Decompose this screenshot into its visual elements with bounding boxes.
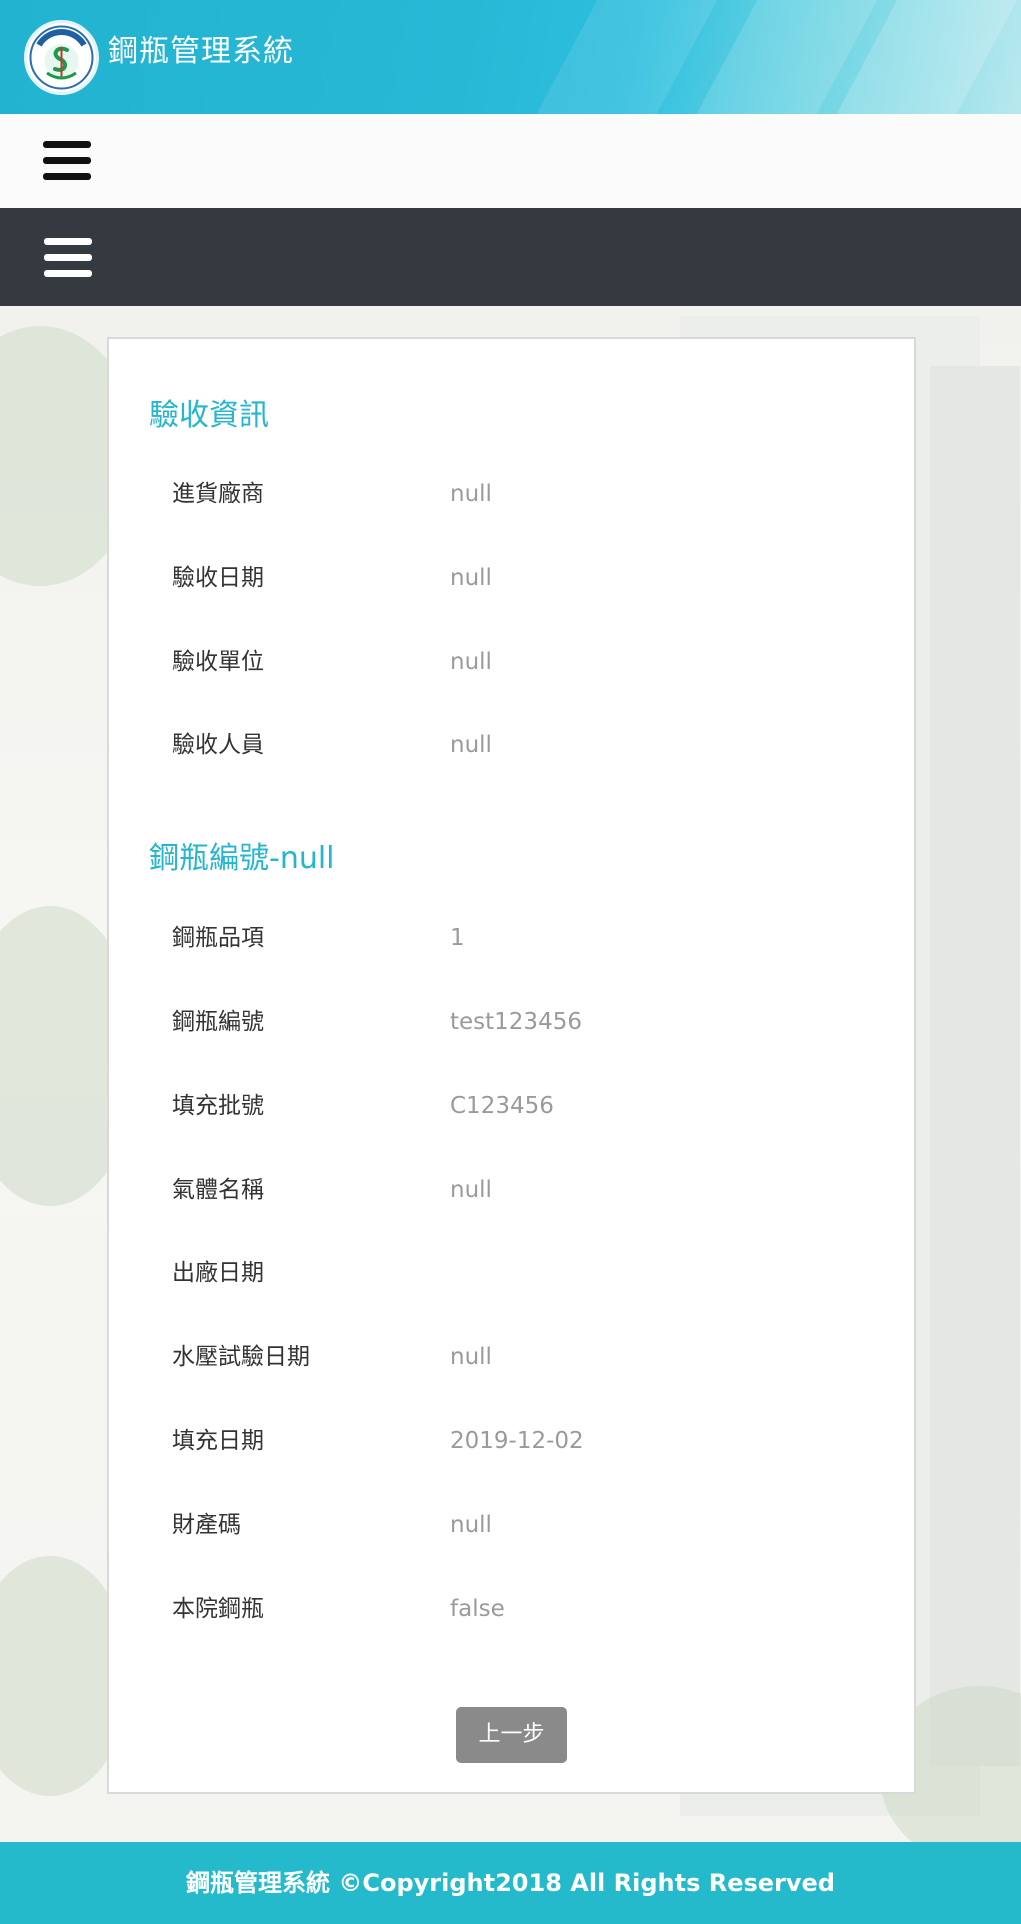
- field-value: null: [450, 1512, 492, 1538]
- sidebar-toggle-bar: [0, 208, 1021, 306]
- field-label: 驗收人員: [172, 732, 264, 758]
- field-label: 驗收單位: [172, 649, 264, 675]
- back-button[interactable]: 上一步: [456, 1707, 567, 1763]
- field-label: 水壓試驗日期: [172, 1344, 310, 1370]
- field-value: 1: [450, 925, 465, 951]
- field-label: 出廠日期: [172, 1260, 264, 1286]
- field-value: null: [450, 649, 492, 675]
- info-row: 出廠日期: [109, 1253, 914, 1293]
- field-value: false: [450, 1596, 505, 1622]
- field-value: null: [450, 1177, 492, 1203]
- info-row: 水壓試驗日期 null: [109, 1337, 914, 1377]
- acceptance-info-title: 驗收資訊: [149, 398, 269, 433]
- app-title: 鋼瓶管理系統: [108, 34, 294, 69]
- field-label: 氣體名稱: [172, 1177, 264, 1203]
- field-label: 填充日期: [172, 1428, 264, 1454]
- info-row: 填充批號 C123456: [109, 1086, 914, 1126]
- info-row: 填充日期 2019-12-02: [109, 1421, 914, 1461]
- info-row: 鋼瓶品項 1: [109, 918, 914, 958]
- app-header: 鋼瓶管理系統: [0, 0, 1021, 114]
- field-label: 進貨廠商: [172, 481, 264, 507]
- info-row: 財產碼 null: [109, 1505, 914, 1545]
- info-row: 進貨廠商 null: [109, 474, 914, 514]
- cylinder-section-title: 鋼瓶編號-null: [149, 841, 335, 876]
- field-value: null: [450, 565, 492, 591]
- field-label: 鋼瓶編號: [172, 1009, 264, 1035]
- field-label: 驗收日期: [172, 565, 264, 591]
- info-row: 驗收人員 null: [109, 725, 914, 765]
- field-label: 財產碼: [172, 1512, 241, 1538]
- hamburger-icon[interactable]: [43, 141, 91, 181]
- field-label: 本院鋼瓶: [172, 1596, 264, 1622]
- info-row: 鋼瓶編號 test123456: [109, 1002, 914, 1042]
- hospital-logo[interactable]: [24, 20, 99, 95]
- field-value: null: [450, 1344, 492, 1370]
- field-value: test123456: [450, 1009, 582, 1035]
- detail-card: 驗收資訊 進貨廠商 null 驗收日期 null 驗收單位 null 驗收人員 …: [107, 337, 916, 1794]
- top-navbar: [0, 114, 1021, 208]
- footer-copyright: 鋼瓶管理系統 ©Copyright2018 All Rights Reserve…: [0, 1842, 1021, 1924]
- field-label: 填充批號: [172, 1093, 264, 1119]
- hamburger-icon[interactable]: [44, 238, 92, 278]
- info-row: 氣體名稱 null: [109, 1170, 914, 1210]
- info-row: 驗收單位 null: [109, 642, 914, 682]
- info-row: 本院鋼瓶 false: [109, 1589, 914, 1629]
- info-row: 驗收日期 null: [109, 558, 914, 598]
- header-decoration: [501, 0, 739, 114]
- field-value: null: [450, 732, 492, 758]
- field-value: C123456: [450, 1093, 554, 1119]
- field-value: 2019-12-02: [450, 1428, 584, 1454]
- field-value: null: [450, 481, 492, 507]
- field-label: 鋼瓶品項: [172, 925, 264, 951]
